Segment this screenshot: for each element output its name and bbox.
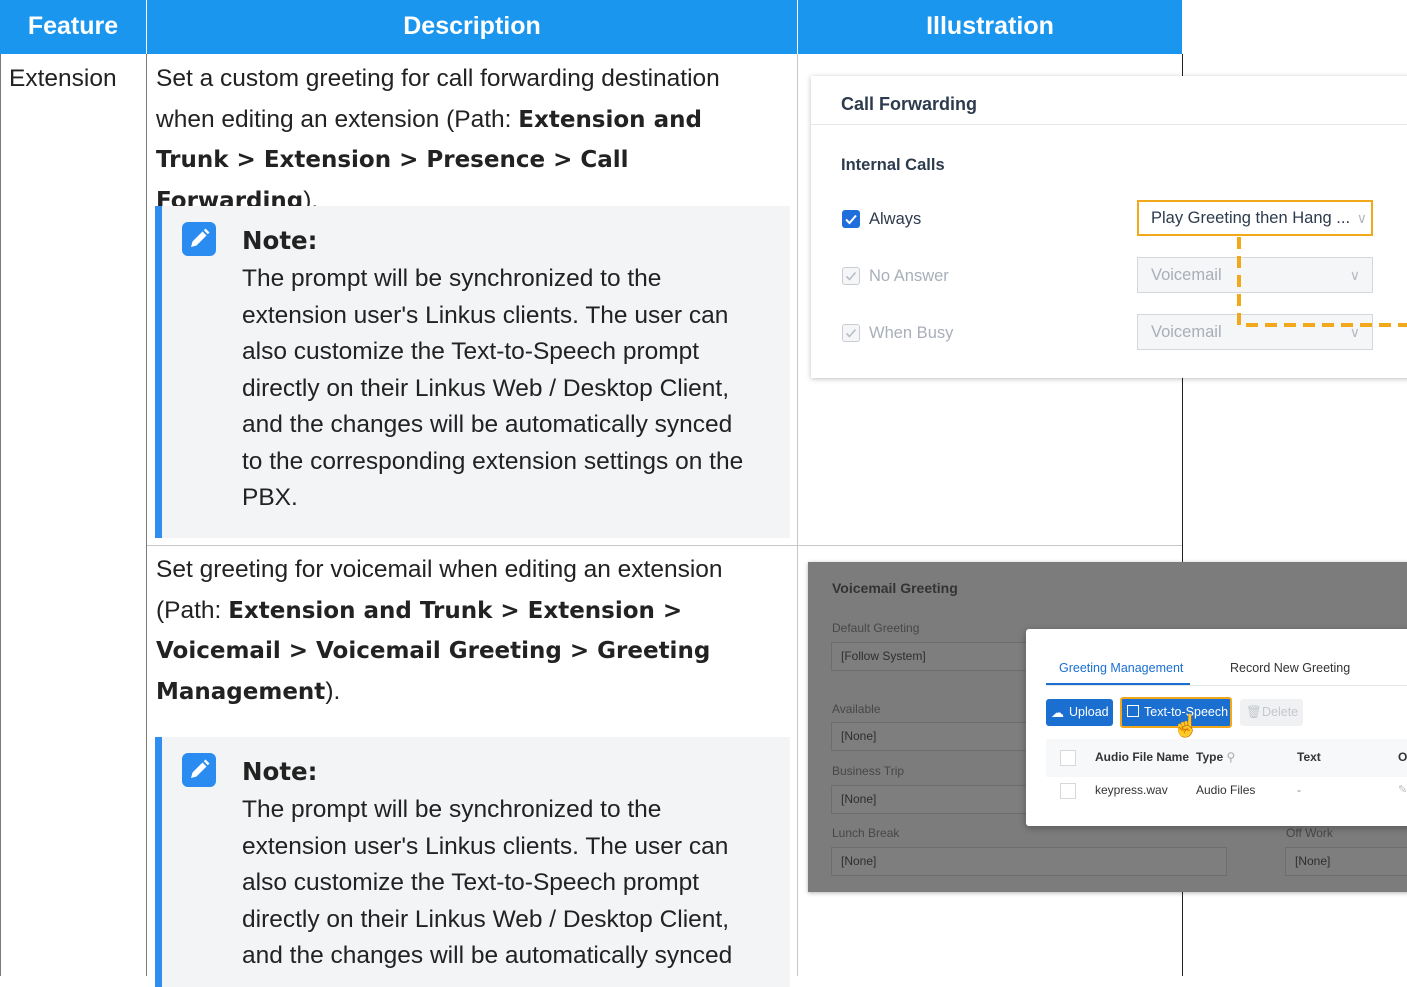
- column-operation: O: [1398, 750, 1407, 764]
- upload-button[interactable]: ☁ Upload: [1046, 699, 1113, 726]
- column-audio-file-name: Audio File Name: [1095, 750, 1190, 764]
- call-forwarding-title: Call Forwarding: [841, 94, 978, 114]
- note-box: Note: The prompt will be synchronized to…: [155, 206, 790, 538]
- row-divider: [147, 545, 1182, 546]
- off-work-label: Off Work: [1286, 826, 1333, 840]
- trash-icon: 🗑: [1246, 705, 1262, 719]
- lunch-break-select[interactable]: [None]: [831, 847, 1227, 876]
- description-text: Set a custom greeting for call forwardin…: [156, 65, 720, 214]
- note-box: Note: The prompt will be synchronized to…: [155, 737, 790, 987]
- voicemail-greeting-screenshot: Voicemail Greeting Default Greeting [Fol…: [808, 562, 1407, 892]
- note-title: Note:: [242, 757, 318, 786]
- text-to-speech-icon: [1127, 705, 1139, 717]
- default-greeting-select[interactable]: [Follow System]: [831, 642, 1031, 671]
- tab-record-new-greeting[interactable]: Record New Greeting: [1230, 661, 1350, 675]
- table-border-feature: [146, 54, 147, 976]
- search-icon[interactable]: ⚲: [1226, 750, 1235, 764]
- table-header: Feature Description Illustration: [0, 0, 1182, 54]
- header-illustration: Illustration: [926, 12, 1054, 40]
- greeting-management-dialog: Greeting Management Record New Greeting …: [1026, 629, 1407, 826]
- voicemail-greeting-title: Voicemail Greeting: [832, 580, 958, 596]
- feature-cell: Extension: [9, 65, 117, 92]
- note-body: The prompt will be synchronized to the e…: [242, 265, 744, 511]
- header-description: Description: [403, 12, 541, 40]
- available-label: Available: [832, 702, 881, 716]
- off-work-select[interactable]: [None]: [1285, 847, 1407, 876]
- edit-note-icon: [182, 753, 216, 787]
- always-label: Always: [869, 210, 922, 228]
- cloud-upload-icon: ☁: [1051, 705, 1064, 720]
- callout-connector: [1237, 237, 1407, 327]
- audio-file-text: -: [1297, 783, 1301, 797]
- select-all-checkbox[interactable]: [1060, 750, 1076, 766]
- always-select[interactable]: Play Greeting then Hang ... ∨: [1137, 200, 1373, 236]
- delete-button[interactable]: 🗑 Delete: [1240, 699, 1303, 726]
- edit-note-icon: [182, 222, 216, 256]
- edit-icon[interactable]: ✎: [1398, 783, 1407, 796]
- column-text: Text: [1297, 750, 1321, 764]
- no-answer-checkbox[interactable]: [842, 267, 860, 285]
- description-text: Set greeting for voicemail when editing …: [156, 556, 723, 705]
- when-busy-label: When Busy: [869, 324, 954, 342]
- table-border-left: [0, 54, 1, 976]
- business-trip-select[interactable]: [None]: [831, 785, 1031, 814]
- chevron-down-icon: ∨: [1356, 210, 1367, 226]
- note-title: Note:: [242, 226, 318, 255]
- call-forwarding-screenshot: Call Forwarding Internal Calls Always Pl…: [811, 76, 1407, 378]
- when-busy-checkbox[interactable]: [842, 324, 860, 342]
- header-feature: Feature: [27, 12, 119, 40]
- business-trip-label: Business Trip: [832, 764, 905, 778]
- hand-pointer-icon: ☝: [1172, 713, 1200, 738]
- default-greeting-label: Default Greeting: [832, 621, 920, 635]
- note-body: The prompt will be synchronized to the e…: [242, 796, 733, 969]
- column-type: Type ⚲: [1196, 750, 1236, 764]
- row-checkbox[interactable]: [1060, 783, 1076, 799]
- table-border-description: [797, 54, 798, 976]
- no-answer-label: No Answer: [869, 267, 949, 285]
- internal-calls-heading: Internal Calls: [841, 156, 945, 174]
- tab-greeting-management[interactable]: Greeting Management: [1059, 661, 1183, 675]
- audio-file-name: keypress.wav: [1095, 783, 1168, 797]
- always-checkbox[interactable]: [842, 210, 860, 228]
- available-select[interactable]: [None]: [831, 722, 1031, 751]
- audio-file-type: Audio Files: [1196, 783, 1256, 797]
- lunch-break-label: Lunch Break: [832, 826, 900, 840]
